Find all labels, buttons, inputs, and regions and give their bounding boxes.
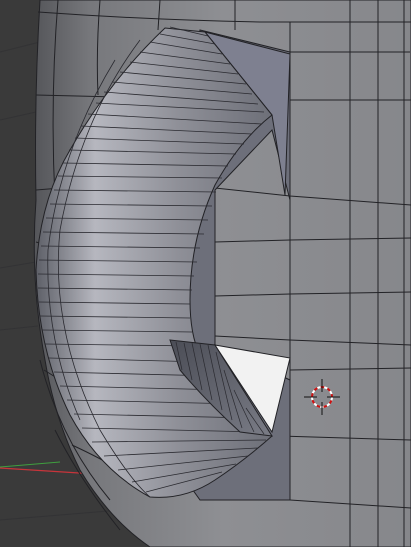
viewport-canvas[interactable]: [0, 0, 411, 547]
3d-viewport[interactable]: [0, 0, 411, 547]
